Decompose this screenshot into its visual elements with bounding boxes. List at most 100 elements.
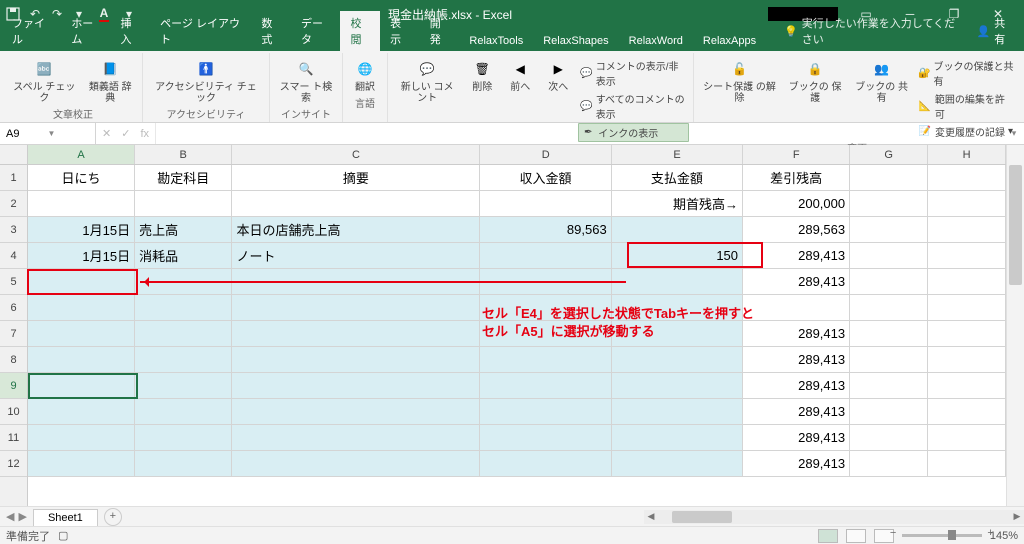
cell-A8[interactable] bbox=[28, 347, 135, 373]
zoom-slider[interactable]: − + bbox=[902, 534, 982, 537]
col-header-g[interactable]: G bbox=[850, 145, 928, 164]
hscroll-right-icon[interactable]: ▶ bbox=[1010, 511, 1024, 522]
cell-F10[interactable]: 289,413 bbox=[743, 399, 850, 425]
cell-H9[interactable] bbox=[928, 373, 1006, 399]
cell-E2[interactable]: 期首残高→ bbox=[612, 191, 743, 217]
cell-C10[interactable] bbox=[232, 399, 480, 425]
horizontal-scrollbar[interactable]: ◀ ▶ bbox=[644, 510, 1024, 524]
zoom-level[interactable]: 145% bbox=[990, 530, 1018, 542]
save-icon[interactable] bbox=[4, 5, 22, 23]
cell-G6[interactable] bbox=[850, 295, 928, 321]
cell-D4[interactable] bbox=[480, 243, 611, 269]
cell-C4[interactable]: ノート bbox=[232, 243, 480, 269]
tab-view[interactable]: 表示 bbox=[380, 11, 420, 51]
cell-B2[interactable] bbox=[135, 191, 232, 217]
cell-B11[interactable] bbox=[135, 425, 232, 451]
show-all-comments-button[interactable]: 💬すべてのコメントの表示 bbox=[578, 90, 689, 122]
font-color-icon[interactable]: A bbox=[92, 5, 116, 23]
cell-B12[interactable] bbox=[135, 451, 232, 477]
tab-review[interactable]: 校閲 bbox=[340, 11, 380, 51]
cell-F11[interactable]: 289,413 bbox=[743, 425, 850, 451]
allow-ranges-button[interactable]: 📐範囲の編集を許可 bbox=[916, 90, 1016, 122]
cell-D3[interactable]: 89,563 bbox=[480, 217, 611, 243]
sheet-tab-sheet1[interactable]: Sheet1 bbox=[33, 509, 98, 526]
name-box[interactable]: A9 ▼ bbox=[0, 123, 96, 144]
cell-D8[interactable] bbox=[480, 347, 611, 373]
hscroll-thumb[interactable] bbox=[672, 511, 732, 523]
col-header-d[interactable]: D bbox=[480, 145, 611, 164]
col-header-h[interactable]: H bbox=[928, 145, 1006, 164]
cell-A2[interactable] bbox=[28, 191, 135, 217]
cell-H1[interactable] bbox=[928, 165, 1006, 191]
tab-formulas[interactable]: 数式 bbox=[251, 11, 291, 51]
col-header-c[interactable]: C bbox=[232, 145, 480, 164]
cell-H2[interactable] bbox=[928, 191, 1006, 217]
row-header-12[interactable]: 12 bbox=[0, 451, 27, 477]
row-header-1[interactable]: 1 bbox=[0, 165, 27, 191]
cell-E1[interactable]: 支払金額 bbox=[612, 165, 743, 191]
cell-E9[interactable] bbox=[612, 373, 743, 399]
macro-record-icon[interactable]: ▢ bbox=[58, 529, 68, 542]
thesaurus-button[interactable]: 📘類義語 辞典 bbox=[83, 55, 138, 106]
vscroll-thumb[interactable] bbox=[1009, 165, 1022, 285]
add-sheet-button[interactable]: + bbox=[104, 508, 122, 526]
cell-H11[interactable] bbox=[928, 425, 1006, 451]
col-header-b[interactable]: B bbox=[135, 145, 232, 164]
cell-E11[interactable] bbox=[612, 425, 743, 451]
cell-A10[interactable] bbox=[28, 399, 135, 425]
row-header-6[interactable]: 6 bbox=[0, 295, 27, 321]
spelling-button[interactable]: 🔤スペル チェック bbox=[8, 55, 81, 106]
col-header-e[interactable]: E bbox=[612, 145, 743, 164]
cell-H7[interactable] bbox=[928, 321, 1006, 347]
cell-D2[interactable] bbox=[480, 191, 611, 217]
close-icon[interactable]: ✕ bbox=[976, 0, 1020, 28]
accessibility-button[interactable]: 🚹アクセシビリティ チェック bbox=[147, 55, 265, 106]
smart-lookup-button[interactable]: 🔍スマー ト検索 bbox=[274, 55, 338, 106]
cell-A3[interactable]: 1月15日 bbox=[28, 217, 135, 243]
row-header-8[interactable]: 8 bbox=[0, 347, 27, 373]
tab-relaxword[interactable]: RelaxWord bbox=[619, 31, 693, 51]
cell-B3[interactable]: 売上高 bbox=[135, 217, 232, 243]
cell-B10[interactable] bbox=[135, 399, 232, 425]
row-header-11[interactable]: 11 bbox=[0, 425, 27, 451]
select-all-corner[interactable] bbox=[0, 145, 28, 165]
cell-D12[interactable] bbox=[480, 451, 611, 477]
cell-G10[interactable] bbox=[850, 399, 928, 425]
cell-G12[interactable] bbox=[850, 451, 928, 477]
cell-B7[interactable] bbox=[135, 321, 232, 347]
cell-G9[interactable] bbox=[850, 373, 928, 399]
cell-A7[interactable] bbox=[28, 321, 135, 347]
tab-developer[interactable]: 開発 bbox=[420, 11, 460, 51]
cell-G1[interactable] bbox=[850, 165, 928, 191]
tab-page-layout[interactable]: ページ レイアウト bbox=[150, 11, 251, 51]
row-header-5[interactable]: 5 bbox=[0, 269, 27, 295]
qat-more-icon[interactable]: ▾ bbox=[120, 5, 138, 23]
show-comment-button[interactable]: 💬コメントの表示/非表示 bbox=[578, 57, 689, 89]
qat-dropdown-icon[interactable]: ▾ bbox=[70, 5, 88, 23]
cell-G11[interactable] bbox=[850, 425, 928, 451]
cell-B1[interactable]: 勘定科目 bbox=[135, 165, 232, 191]
cell-H3[interactable] bbox=[928, 217, 1006, 243]
cell-E3[interactable] bbox=[612, 217, 743, 243]
row-header-3[interactable]: 3 bbox=[0, 217, 27, 243]
cell-E5[interactable] bbox=[612, 269, 743, 295]
cell-F1[interactable]: 差引残高 bbox=[743, 165, 850, 191]
cell-G7[interactable] bbox=[850, 321, 928, 347]
cell-F3[interactable]: 289,563 bbox=[743, 217, 850, 243]
cell-B4[interactable]: 消耗品 bbox=[135, 243, 232, 269]
cell-F8[interactable]: 289,413 bbox=[743, 347, 850, 373]
tab-relaxapps[interactable]: RelaxApps bbox=[693, 31, 766, 51]
row-header-2[interactable]: 2 bbox=[0, 191, 27, 217]
cell-G5[interactable] bbox=[850, 269, 928, 295]
cell-H8[interactable] bbox=[928, 347, 1006, 373]
tab-data[interactable]: データ bbox=[291, 11, 340, 51]
cell-C7[interactable] bbox=[232, 321, 480, 347]
cell-D10[interactable] bbox=[480, 399, 611, 425]
zoom-knob[interactable] bbox=[948, 530, 956, 540]
cell-D1[interactable]: 収入金額 bbox=[480, 165, 611, 191]
cell-G3[interactable] bbox=[850, 217, 928, 243]
row-header-10[interactable]: 10 bbox=[0, 399, 27, 425]
hscroll-left-icon[interactable]: ◀ bbox=[644, 511, 658, 522]
tell-me-search[interactable]: 💡 実行したい作業を入力してください bbox=[776, 11, 964, 51]
translate-button[interactable]: 🌐翻訳 bbox=[347, 55, 383, 95]
